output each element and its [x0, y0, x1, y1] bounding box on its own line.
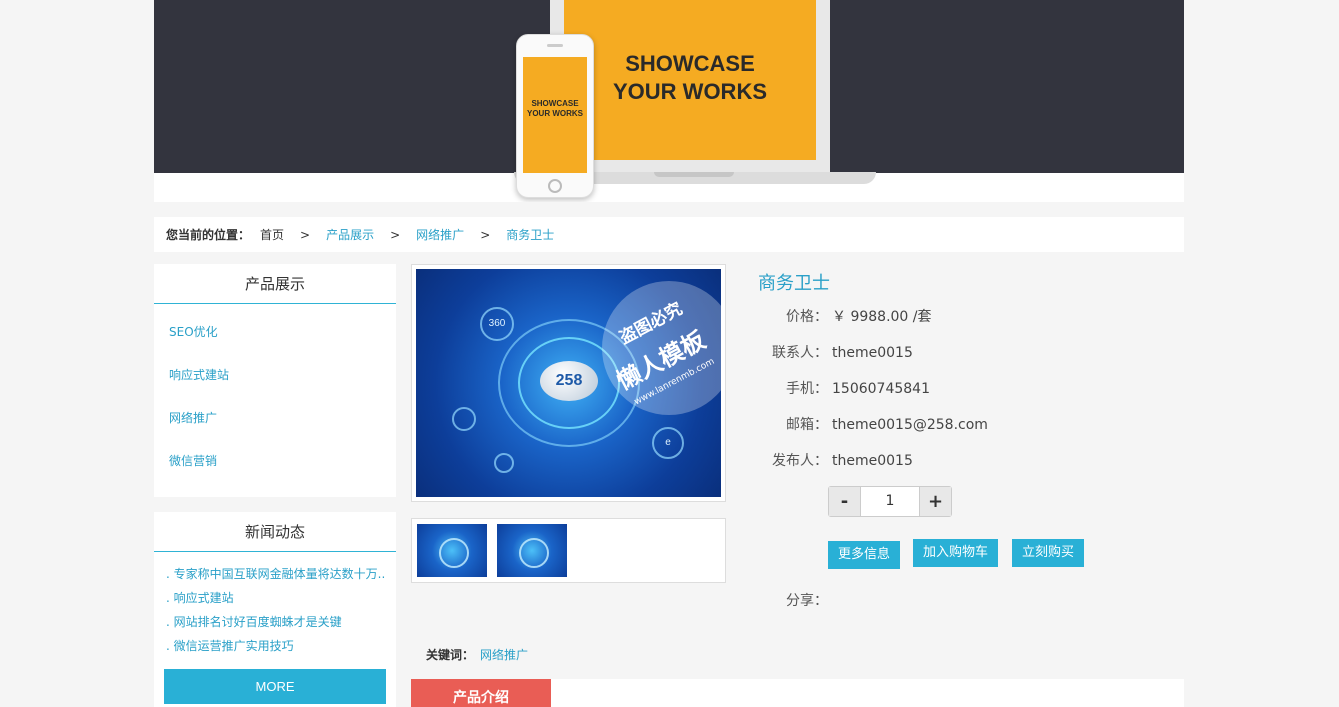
price-label: 价格： — [786, 309, 828, 325]
phone-speaker — [547, 44, 563, 47]
email-label: 邮箱： — [786, 417, 828, 433]
breadcrumb-separator: > — [300, 227, 311, 242]
breadcrumb-separator: > — [480, 227, 491, 242]
news-more-button[interactable]: MORE — [164, 669, 386, 704]
publisher-value: theme0015 — [832, 453, 913, 469]
buy-now-button[interactable]: 立刻购买 — [1012, 539, 1085, 567]
publisher-label: 发布人： — [772, 453, 828, 469]
quantity-minus-button[interactable]: - — [829, 487, 860, 516]
add-to-cart-button[interactable]: 加入购物车 — [913, 539, 999, 567]
sidebar-item-responsive[interactable]: 响应式建站 — [154, 354, 396, 397]
thumbnail-image[interactable] — [497, 524, 567, 577]
image-360-bubble: 360 — [480, 307, 514, 341]
image-small-bubble — [494, 453, 514, 473]
image-small-bubble — [452, 407, 476, 431]
keywords-label: 关键词： — [426, 648, 475, 662]
contact-value: theme0015 — [832, 345, 913, 361]
banner-headline-line2: YOUR WORKS — [613, 79, 767, 104]
product-tabs: 产品介绍 — [411, 679, 1184, 707]
phone-headline-line1: SHOWCASE — [531, 99, 579, 108]
image-258-logo: 258 — [540, 361, 598, 401]
breadcrumb-home-link[interactable]: 首页 — [260, 226, 284, 243]
price-value: ￥ 9988.00 /套 — [832, 309, 932, 325]
share-label: 分享： — [786, 593, 828, 609]
price-row: 价格： ￥ 9988.00 /套 — [758, 305, 1158, 329]
product-title: 商务卫士 — [758, 273, 830, 294]
sidebar-item-wechat[interactable]: 微信营销 — [154, 440, 396, 483]
banner-headline: SHOWCASE YOUR WORKS — [564, 50, 816, 106]
tab-product-intro[interactable]: 产品介绍 — [411, 679, 551, 707]
phone-headline: SHOWCASE YOUR WORKS — [523, 99, 587, 119]
image-e-bubble: e — [652, 427, 684, 459]
more-info-button[interactable]: 更多信息 — [828, 541, 901, 569]
sidebar-news-title: 新闻动态 — [154, 512, 396, 552]
breadcrumb-label: 您当前的位置： — [166, 228, 251, 242]
product-category-list: SEO优化 响应式建站 网络推广 微信营销 — [154, 304, 396, 483]
laptop-screen: SHOWCASE YOUR WORKS — [564, 0, 816, 160]
page-container: SHOWCASE YOUR WORKS SHOWCASE YOUR WORKS 您当… — [154, 0, 1184, 707]
news-list: 专家称中国互联网金融体量将达数十万.. 响应式建站 网站排名讨好百度蜘蛛才是关键… — [154, 552, 396, 658]
keywords: 关键词： 网络推广 — [426, 646, 528, 664]
phone-home-button — [548, 179, 562, 193]
phone-screen: SHOWCASE YOUR WORKS — [523, 57, 587, 173]
breadcrumb-link-current[interactable]: 商务卫士 — [506, 226, 554, 243]
breadcrumb-link-products[interactable]: 产品展示 — [326, 226, 374, 243]
product-main-image[interactable]: 258 360 e 盗图必究 懒人模板 www.lanrenmb.com — [416, 269, 721, 497]
phone-value: 15060745841 — [832, 381, 930, 397]
news-item[interactable]: 微信运营推广实用技巧 — [166, 634, 388, 658]
contact-row: 联系人： theme0015 — [758, 341, 1158, 365]
thumbnail-image[interactable] — [417, 524, 487, 577]
publisher-row: 发布人： theme0015 — [758, 449, 1158, 473]
product-image-frame: 258 360 e 盗图必究 懒人模板 www.lanrenmb.com — [411, 264, 726, 502]
breadcrumb: 您当前的位置： 首页 > 产品展示 > 网络推广 > 商务卫士 — [154, 217, 1184, 252]
sidebar-products: 产品展示 SEO优化 响应式建站 网络推广 微信营销 — [154, 264, 396, 497]
phone-headline-line2: YOUR WORKS — [527, 109, 583, 118]
sidebar-item-seo[interactable]: SEO优化 — [154, 311, 396, 354]
keyword-link[interactable]: 网络推广 — [480, 648, 528, 662]
news-item[interactable]: 响应式建站 — [166, 586, 388, 610]
banner-headline-line1: SHOWCASE — [625, 51, 755, 76]
contact-label: 联系人： — [772, 345, 828, 361]
sidebar-item-promotion[interactable]: 网络推广 — [154, 397, 396, 440]
phone-illustration: SHOWCASE YOUR WORKS — [516, 34, 594, 198]
thumbnail-strip — [411, 518, 726, 583]
email-row: 邮箱： theme0015@258.com — [758, 413, 1158, 437]
sidebar-news: 新闻动态 专家称中国互联网金融体量将达数十万.. 响应式建站 网站排名讨好百度蜘… — [154, 512, 396, 707]
news-item[interactable]: 专家称中国互联网金融体量将达数十万.. — [166, 562, 388, 586]
quantity-plus-button[interactable]: + — [920, 487, 951, 516]
email-value: theme0015@258.com — [832, 417, 988, 433]
quantity-stepper: - 1 + — [828, 486, 952, 517]
phone-row: 手机： 15060745841 — [758, 377, 1158, 401]
news-item[interactable]: 网站排名讨好百度蜘蛛才是关键 — [166, 610, 388, 634]
quantity-input[interactable]: 1 — [860, 487, 920, 516]
breadcrumb-separator: > — [390, 227, 401, 242]
breadcrumb-link-category[interactable]: 网络推广 — [416, 226, 464, 243]
phone-label: 手机： — [786, 381, 828, 397]
sidebar-products-title: 产品展示 — [154, 264, 396, 304]
hero-banner: SHOWCASE YOUR WORKS SHOWCASE YOUR WORKS — [154, 0, 1184, 202]
